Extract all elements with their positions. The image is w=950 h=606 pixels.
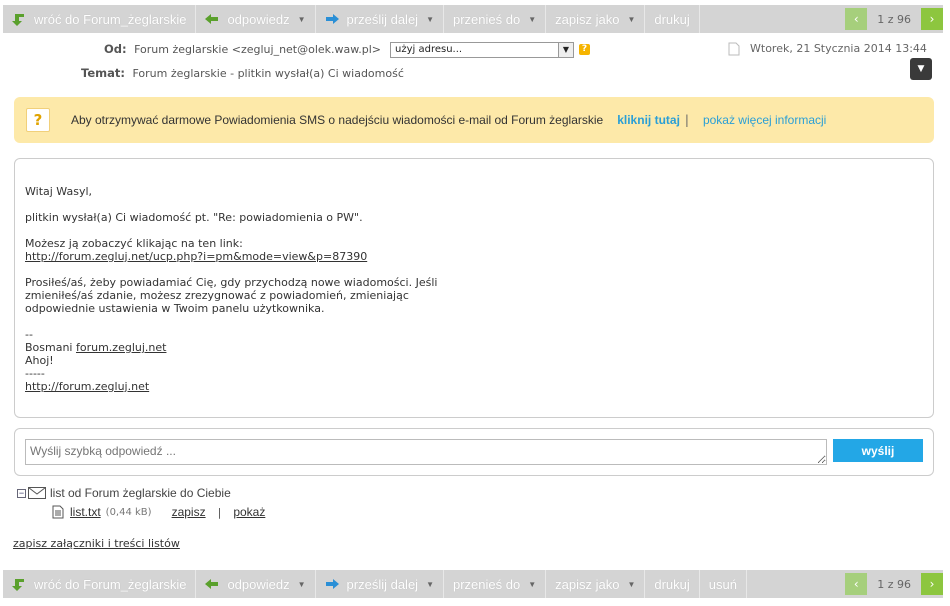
forward-button[interactable]: prześlij dalej ▼ [316, 570, 444, 598]
sms-text: Aby otrzymywać darmowe Powiadomienia SMS… [71, 113, 604, 127]
chevron-down-icon: ▼ [627, 579, 636, 589]
next-page-button[interactable]: › [921, 573, 943, 595]
sms-click-here-link[interactable]: kliknij tutaj [617, 113, 680, 127]
quick-reply-input[interactable] [25, 439, 827, 465]
pager: ‹ 1 z 96 › [845, 570, 943, 598]
print-button[interactable]: drukuj [645, 5, 700, 33]
back-arrow-icon [12, 14, 24, 26]
forward-label: prześlij dalej [346, 576, 419, 592]
print-label: drukuj [654, 576, 690, 592]
signature: -- Bosmani forum.zegluj.net Ahoj! ----- http… [25, 328, 923, 393]
from-value: Forum żeglarskie <zegluj_net@olek.waw.pl… [134, 43, 382, 56]
forward-label: prześlij dalej [346, 11, 419, 27]
from-row: Od: Forum żeglarskie <zegluj_net@olek.wa… [104, 42, 381, 56]
print-button[interactable]: drukuj [645, 570, 700, 598]
chevron-down-icon: ▼ [426, 579, 434, 589]
back-arrow-icon [12, 579, 24, 591]
sig-ahoj: Ahoj! [25, 354, 54, 367]
attachment-header: − list od Forum żeglarskie do Ciebie [17, 486, 231, 500]
message-line2: Możesz ją zobaczyć klikając na ten link: [25, 237, 243, 250]
chevron-down-icon: ▼ [528, 14, 537, 24]
text-file-icon [52, 505, 64, 519]
subject-value: Forum żeglarskie - plitkin wysłał(a) Ci … [132, 67, 404, 80]
subject-label: Temat: [81, 66, 125, 80]
document-icon [728, 42, 740, 56]
envelope-icon [28, 487, 46, 499]
sig-forum-link[interactable]: forum.zegluj.net [76, 341, 166, 354]
forward-arrow-icon [325, 579, 339, 589]
attachment-file-row: list.txt (0,44 kB) zapisz | pokaż [52, 505, 265, 519]
chevron-down-icon: ▼ [558, 43, 573, 57]
message-line1: plitkin wysłał(a) Ci wiadomość pt. "Re: … [25, 211, 363, 224]
pm-link[interactable]: http://forum.zegluj.net/ucp.php?i=pm&mod… [25, 250, 367, 263]
move-label: przenieś do [453, 576, 521, 592]
chevron-down-icon: ▼ [627, 14, 636, 24]
forward-button[interactable]: prześlij dalej ▼ [316, 5, 444, 33]
print-label: drukuj [654, 11, 690, 27]
back-label: wróć do Forum_żeglarskie [34, 576, 187, 592]
address-select[interactable]: użyj adresu... ▼ [390, 42, 574, 58]
from-label: Od: [104, 42, 127, 56]
greeting: Witaj Wasyl, [25, 185, 93, 198]
send-button[interactable]: wyślij [833, 439, 923, 462]
message-link-paragraph: Możesz ją zobaczyć klikając na ten link:… [25, 237, 923, 263]
sig-dash: -- [25, 328, 33, 341]
collapse-icon[interactable]: − [17, 488, 26, 498]
expand-header-button[interactable]: ▼ [910, 58, 932, 80]
prev-page-button[interactable]: ‹ [845, 573, 868, 595]
delete-button[interactable]: usuń [700, 570, 747, 598]
back-button[interactable]: wróć do Forum_żeglarskie [3, 570, 197, 598]
move-button[interactable]: przenieś do ▼ [444, 5, 547, 33]
attachment-save-link[interactable]: zapisz [172, 505, 206, 519]
prev-page-button[interactable]: ‹ [845, 8, 868, 30]
help-icon[interactable]: ? [579, 44, 590, 55]
attachment-file-size: (0,44 kB) [105, 506, 152, 518]
reply-arrow-icon [205, 579, 219, 589]
back-button[interactable]: wróć do Forum_żeglarskie [3, 5, 197, 33]
save-as-button[interactable]: zapisz jako ▼ [546, 570, 646, 598]
sig-dashes: ----- [25, 367, 45, 380]
reply-button[interactable]: odpowiedz ▼ [196, 5, 316, 33]
attachment-file-link[interactable]: list.txt [70, 505, 101, 519]
chevron-down-icon: ▼ [426, 14, 434, 24]
attachment-separator: | [217, 505, 222, 519]
attachment-show-link[interactable]: pokaż [233, 505, 265, 519]
subject-row: Temat: Forum żeglarskie - plitkin wysłał… [81, 66, 404, 80]
question-icon: ? [26, 108, 50, 132]
reply-button[interactable]: odpowiedz ▼ [196, 570, 316, 598]
move-button[interactable]: przenieś do ▼ [444, 570, 547, 598]
forward-arrow-icon [325, 14, 339, 24]
delete-label: usuń [708, 576, 737, 592]
quick-reply-box: wyślij [14, 428, 934, 476]
pager: ‹ 1 z 96 › [845, 5, 943, 33]
back-label: wróć do Forum_żeglarskie [34, 11, 187, 27]
save-all-attachments-link[interactable]: zapisz załączniki i treści listów [13, 537, 180, 550]
chevron-down-icon: ▼ [297, 14, 306, 24]
message-para3: Prosiłeś/aś, żeby powiadamiać Cię, gdy p… [25, 276, 438, 315]
move-label: przenieś do [453, 11, 521, 27]
save-as-button[interactable]: zapisz jako ▼ [546, 5, 646, 33]
save-as-label: zapisz jako [555, 576, 620, 592]
reply-arrow-icon [205, 14, 219, 24]
sms-more-info-link[interactable]: pokaż więcej informacji [703, 113, 826, 127]
sig-prefix: Bosmani [25, 341, 76, 354]
reply-label: odpowiedz [227, 11, 290, 27]
attachment-title: list od Forum żeglarskie do Ciebie [50, 486, 231, 500]
message-date: Wtorek, 21 Stycznia 2014 13:44 [750, 42, 927, 55]
sms-banner: ? Aby otrzymywać darmowe Powiadomienia S… [14, 97, 934, 143]
page-counter: 1 z 96 [877, 12, 911, 26]
chevron-down-icon: ▼ [528, 579, 537, 589]
reply-label: odpowiedz [227, 576, 290, 592]
chevron-down-icon: ▼ [297, 579, 306, 589]
address-select-value: użyj adresu... [395, 44, 463, 55]
top-toolbar: wróć do Forum_żeglarskie odpowiedz ▼ prz… [3, 5, 943, 33]
bottom-toolbar: wróć do Forum_żeglarskie odpowiedz ▼ prz… [3, 570, 943, 598]
page-counter: 1 z 96 [877, 577, 911, 591]
footer-forum-link[interactable]: http://forum.zegluj.net [25, 380, 149, 393]
sms-separator: | [684, 113, 689, 127]
next-page-button[interactable]: › [921, 8, 943, 30]
save-as-label: zapisz jako [555, 11, 620, 27]
message-body: Witaj Wasyl, plitkin wysłał(a) Ci wiadom… [14, 158, 934, 418]
